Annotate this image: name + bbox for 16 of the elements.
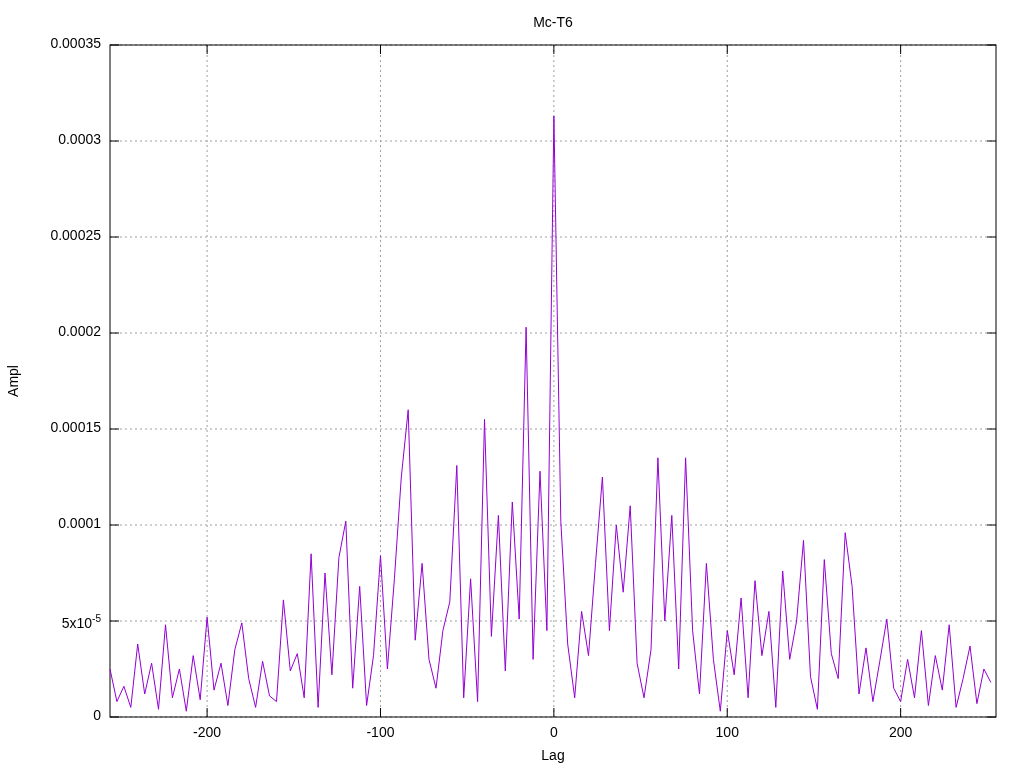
tick-label: 0 — [549, 724, 558, 740]
axis-label: Lag — [541, 747, 565, 763]
tick-label: 0.0002 — [57, 322, 101, 341]
chart-title: Mc-T6 — [533, 14, 573, 30]
tick-label: 0.0001 — [57, 514, 101, 533]
axis-label: Ampl — [5, 365, 21, 397]
tick-label: 0.0003 — [57, 130, 101, 149]
tick-label: -200 — [193, 724, 222, 740]
tick-label: 0 — [92, 706, 101, 725]
tick-label: -100 — [366, 724, 395, 740]
tick-label: 0.00035 — [49, 34, 101, 53]
tick-label: 5x10$^{-5}$ — [60, 612, 101, 631]
tick-label: 100 — [715, 724, 739, 740]
tick-label: 0.00015 — [49, 418, 101, 437]
tick-label: 200 — [888, 724, 913, 740]
tick-label: 0.00025 — [49, 226, 101, 245]
